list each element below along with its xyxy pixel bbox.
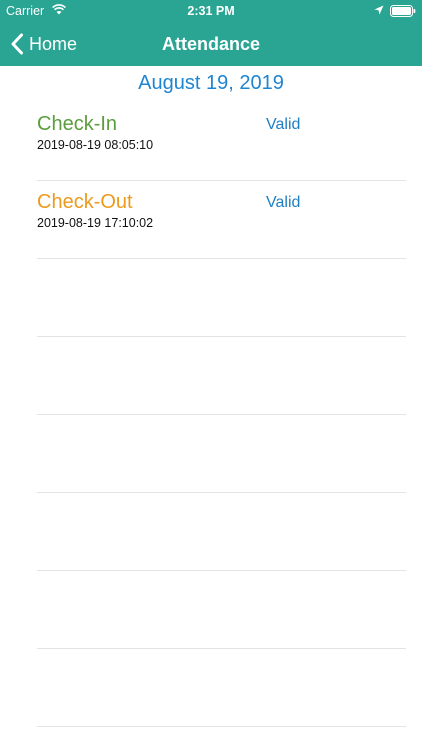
row-divider — [37, 726, 406, 727]
clock: 2:31 PM — [187, 4, 235, 18]
record-status: Valid — [266, 194, 301, 211]
record-timestamp: 2019-08-19 17:10:02 — [37, 216, 154, 230]
empty-row — [37, 415, 406, 493]
empty-row — [37, 493, 406, 571]
empty-row — [37, 259, 406, 337]
empty-row — [37, 337, 406, 415]
navigation-bar: Home Attendance — [0, 22, 422, 66]
record-type: Check-Out — [37, 191, 133, 213]
empty-row — [37, 649, 406, 727]
back-button[interactable]: Home — [10, 22, 77, 66]
status-bar: Carrier 2:31 PM — [0, 0, 422, 22]
empty-row — [37, 571, 406, 649]
battery-icon — [390, 5, 416, 17]
attendance-list: Check-In 2019-08-19 08:05:10 Valid Check… — [0, 103, 422, 727]
chevron-left-icon — [11, 33, 23, 55]
record-timestamp: 2019-08-19 08:05:10 — [37, 138, 154, 152]
date-header: August 19, 2019 — [138, 72, 284, 94]
attendance-row-check-out[interactable]: Check-Out 2019-08-19 17:10:02 Valid — [37, 181, 406, 259]
record-status: Valid — [266, 116, 301, 133]
attendance-row-check-in[interactable]: Check-In 2019-08-19 08:05:10 Valid — [37, 103, 406, 181]
back-button-label: Home — [29, 33, 78, 54]
record-type: Check-In — [37, 113, 118, 135]
location-arrow-icon — [374, 5, 384, 15]
